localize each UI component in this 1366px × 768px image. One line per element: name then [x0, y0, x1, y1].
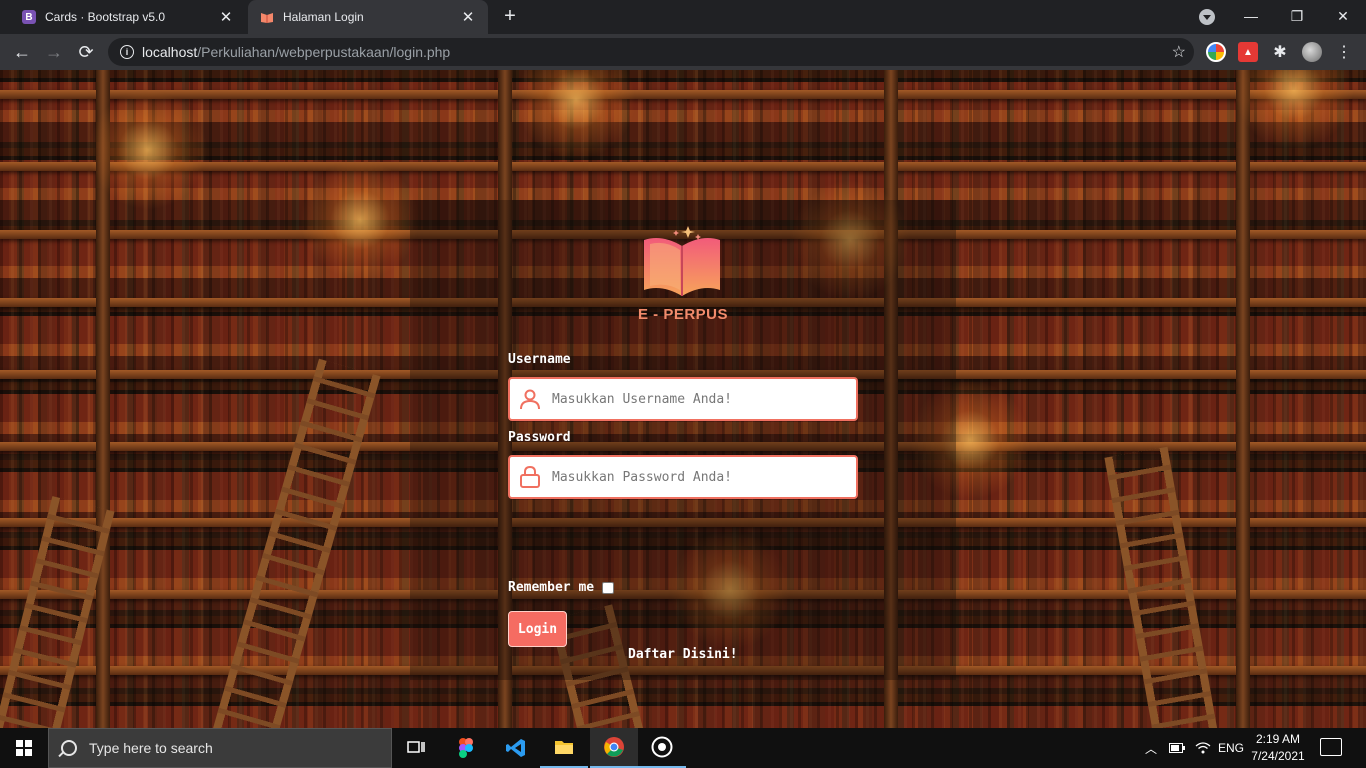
user-icon	[520, 389, 540, 410]
wifi-icon[interactable]	[1192, 728, 1214, 768]
windows-taskbar: Type here to search ︿ ENG 2:19 AM 7/24/2…	[0, 728, 1366, 768]
vscode-icon[interactable]	[492, 728, 540, 768]
register-link[interactable]: Daftar Disini!	[628, 647, 738, 662]
url-path: /Perkuliahan/webperpustakaan/login.php	[197, 44, 451, 60]
chevron-up-icon[interactable]: ︿	[1140, 728, 1162, 768]
taskbar-search[interactable]: Type here to search	[48, 728, 392, 768]
clock-date: 7/24/2021	[1251, 749, 1305, 763]
library-background: E - PERPUS Username Password Remember me…	[0, 70, 1366, 728]
bookmark-star-icon[interactable]: ☆	[1172, 42, 1186, 62]
username-field[interactable]	[508, 377, 858, 421]
brand-title: E - PERPUS	[637, 306, 729, 323]
book-icon	[260, 10, 274, 24]
chrome-icon[interactable]	[590, 728, 638, 768]
candle-glow	[1234, 70, 1354, 150]
tab-halaman-login[interactable]: Halaman Login ✕	[248, 0, 488, 34]
obs-icon[interactable]	[638, 728, 686, 768]
password-label: Password	[508, 430, 571, 445]
close-tab-icon[interactable]: ✕	[218, 9, 234, 26]
lock-icon	[520, 465, 540, 488]
url-host: localhost	[142, 44, 198, 60]
tab-title: Halaman Login	[283, 10, 364, 24]
ladder	[1104, 446, 1220, 728]
profile-avatar[interactable]	[1302, 42, 1322, 62]
back-button[interactable]: ←	[8, 38, 36, 66]
username-label: Username	[508, 352, 571, 367]
shelf-post	[1236, 70, 1250, 728]
start-button[interactable]	[0, 728, 48, 768]
remember-checkbox[interactable]	[602, 581, 615, 594]
task-view-icon[interactable]	[392, 728, 440, 768]
search-icon	[61, 740, 77, 756]
clock-time: 2:19 AM	[1255, 732, 1301, 746]
candle-glow	[516, 70, 636, 160]
tab-bootstrap-cards[interactable]: B Cards · Bootstrap v5.0 ✕	[10, 0, 246, 34]
browser-toolbar: ← → ⟳ i localhost/Perkuliahan/webperpust…	[0, 34, 1366, 70]
red-extension-icon[interactable]: ▲	[1238, 42, 1258, 62]
open-book-logo-icon	[644, 226, 720, 296]
shelf	[0, 90, 1366, 99]
file-explorer-icon[interactable]	[540, 728, 588, 768]
color-picker-extension-icon[interactable]	[1206, 42, 1226, 62]
windows-logo-icon	[16, 740, 32, 756]
close-window-button[interactable]: ✕	[1320, 0, 1366, 32]
password-field[interactable]	[508, 455, 858, 499]
remember-label: Remember me	[508, 580, 595, 595]
new-tab-button[interactable]: +	[500, 6, 520, 27]
battery-icon[interactable]	[1166, 728, 1188, 768]
login-button[interactable]: Login	[508, 611, 567, 647]
candle-glow	[88, 90, 208, 210]
close-tab-icon[interactable]: ✕	[460, 9, 476, 26]
password-input[interactable]	[552, 469, 856, 485]
notification-center-icon[interactable]	[1320, 738, 1342, 756]
language-indicator[interactable]: ENG	[1216, 728, 1246, 768]
bootstrap-icon: B	[22, 10, 36, 24]
remember-row: Remember me	[508, 580, 615, 595]
address-bar[interactable]: i localhost/Perkuliahan/webperpustakaan/…	[108, 38, 1194, 66]
browser-tab-strip: B Cards · Bootstrap v5.0 ✕ Halaman Login…	[0, 0, 1366, 34]
reload-button[interactable]: ⟳	[72, 38, 100, 66]
search-placeholder: Type here to search	[89, 740, 213, 756]
minimize-button[interactable]: —	[1228, 0, 1274, 32]
extensions-puzzle-icon[interactable]: ✱	[1270, 42, 1290, 62]
tab-title: Cards · Bootstrap v5.0	[45, 10, 166, 24]
tab-search-icon[interactable]	[1199, 9, 1215, 25]
system-clock[interactable]: 2:19 AM 7/24/2021	[1248, 731, 1308, 765]
figma-icon[interactable]	[442, 728, 490, 768]
site-info-icon[interactable]: i	[120, 45, 134, 59]
forward-button[interactable]: →	[40, 38, 68, 66]
maximize-button[interactable]: ❐	[1274, 0, 1320, 32]
chrome-menu-icon[interactable]: ⋮	[1334, 42, 1354, 62]
candle-glow	[300, 160, 420, 280]
username-input[interactable]	[552, 391, 856, 407]
